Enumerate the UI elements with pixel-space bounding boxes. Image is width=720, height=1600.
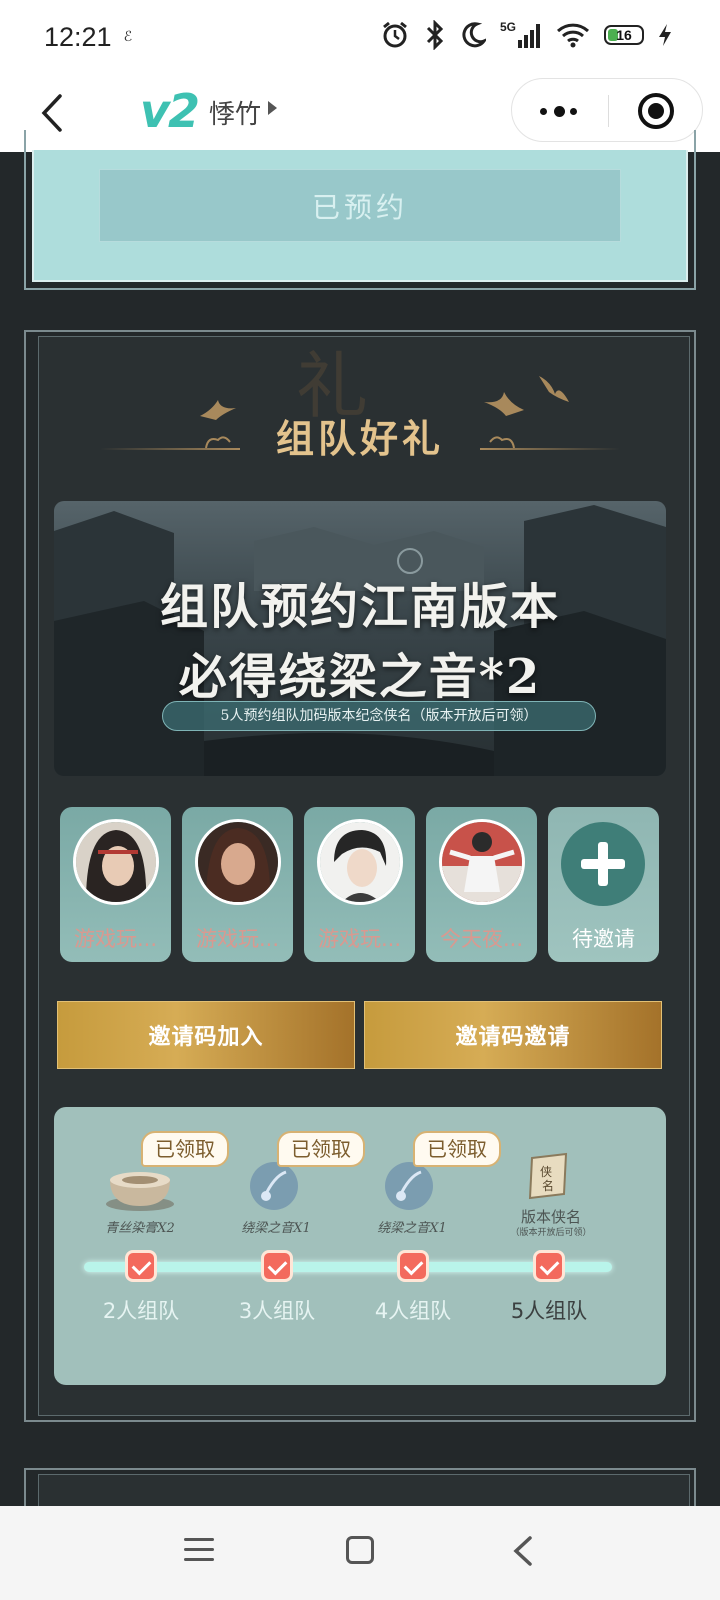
check-icon (125, 1250, 157, 1282)
wifi-icon (556, 23, 590, 48)
alarm-icon (383, 21, 407, 48)
banner-headline: 组队预约江南版本 (159, 579, 560, 635)
nav-title[interactable]: 悸竹 (209, 94, 261, 131)
claimed-badge: 已领取 (277, 1131, 365, 1167)
battery-indicator: 16 (604, 25, 644, 45)
signal-icon: 5G (500, 20, 540, 48)
avatar (73, 819, 159, 905)
claimed-badge: 已领取 (141, 1131, 229, 1167)
check-icon (261, 1250, 293, 1282)
team-member-card[interactable]: 今天夜... (426, 807, 537, 962)
reward-note: （版本开放后可领） (510, 1228, 592, 1238)
tier-label: 2人组队 (102, 1299, 180, 1323)
tier-label: 4人组队 (374, 1299, 452, 1323)
reward-label: 青丝染膏X2 (105, 1221, 175, 1236)
team-member-card[interactable]: 游戏玩... (304, 807, 415, 962)
dye-jar-icon (106, 1172, 174, 1211)
avatar (195, 819, 281, 905)
svg-text:名: 名 (542, 1178, 554, 1193)
avatar (439, 819, 525, 905)
reward-label: 绕梁之音X1 (241, 1221, 311, 1236)
system-back-button[interactable] (510, 1534, 536, 1568)
team-member-card[interactable]: 游戏玩... (182, 807, 293, 962)
bluetooth-icon (426, 20, 444, 50)
check-icon (397, 1250, 429, 1282)
status-time: 12:21 (44, 21, 112, 52)
avatar (317, 819, 403, 905)
title-decoration: 礼 (296, 344, 369, 428)
banner-caption: 5人预约组队加码版本纪念侠名（版本开放后可领） (162, 701, 596, 731)
system-nav-bar (0, 1506, 720, 1600)
reserved-button[interactable]: 已预约 (99, 169, 621, 242)
name-scroll-icon: 侠 名 (528, 1152, 568, 1200)
status-bar: 12:21 ℰ 5G 16 (0, 0, 720, 74)
network-label: 5G (500, 20, 516, 34)
member-name: 游戏玩... (317, 927, 402, 951)
svg-text:侠: 侠 (540, 1165, 552, 1179)
promo-banner[interactable]: 组队预约江南版本 必得绕梁之音*2 5人预约组队加码版本纪念侠名（版本开放后可领… (54, 501, 666, 776)
charging-icon (659, 24, 671, 46)
caret-right-icon[interactable] (268, 101, 277, 115)
team-gift-title: 组队好礼 (275, 416, 444, 461)
member-name: 游戏玩... (195, 927, 280, 951)
invite-slot-label: 待邀请 (572, 927, 635, 951)
home-button[interactable] (346, 1536, 374, 1564)
reward-label: 绕梁之音X1 (377, 1221, 447, 1236)
check-icon (533, 1250, 565, 1282)
invite-slot-card[interactable]: 待邀请 (548, 807, 659, 962)
recent-apps-button[interactable] (184, 1536, 214, 1564)
status-notification-icon: ℰ (123, 29, 133, 45)
invite-by-code-button[interactable]: 邀请码邀请 (364, 1001, 662, 1069)
claimed-badge: 已领取 (413, 1131, 501, 1167)
tier-label: 5人组队 (510, 1299, 588, 1323)
status-icons: 5G 16 (380, 20, 672, 50)
moon-icon (462, 22, 486, 48)
member-name: 今天夜... (439, 927, 524, 951)
join-by-code-button[interactable]: 邀请码加入 (57, 1001, 355, 1069)
swallow-icon (539, 376, 569, 402)
plus-icon[interactable] (561, 822, 645, 906)
team-member-card[interactable]: 游戏玩... (60, 807, 171, 962)
banner-subheadline: 必得绕梁之音*2 (178, 649, 542, 705)
member-name: 游戏玩... (73, 927, 158, 951)
tier-label: 3人组队 (238, 1299, 316, 1323)
reward-label: 版本侠名 (520, 1208, 581, 1226)
